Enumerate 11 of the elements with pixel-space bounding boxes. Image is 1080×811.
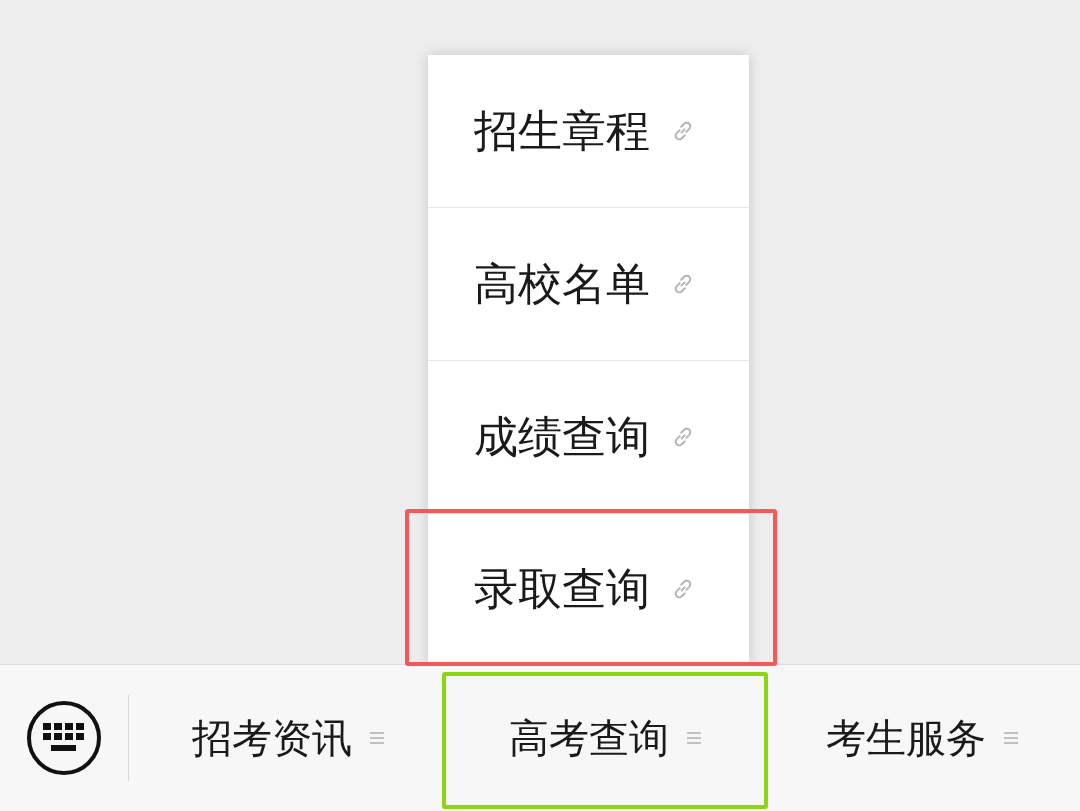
- keyboard-icon: [26, 700, 102, 776]
- menu-tab[interactable]: 高考查询: [446, 665, 763, 811]
- submenu-lines-icon: [369, 732, 384, 744]
- menu-item[interactable]: 录取查询: [428, 514, 749, 664]
- submenu-lines-icon: [1003, 732, 1018, 744]
- menu-tab[interactable]: 考生服务: [763, 665, 1080, 811]
- menu-tab[interactable]: 招考资讯: [129, 665, 446, 811]
- menu-item[interactable]: 高校名单: [428, 208, 749, 361]
- submenu-lines-icon: [686, 732, 701, 744]
- menu-item[interactable]: 成绩查询: [428, 361, 749, 514]
- menu-item[interactable]: 招生章程: [428, 55, 749, 208]
